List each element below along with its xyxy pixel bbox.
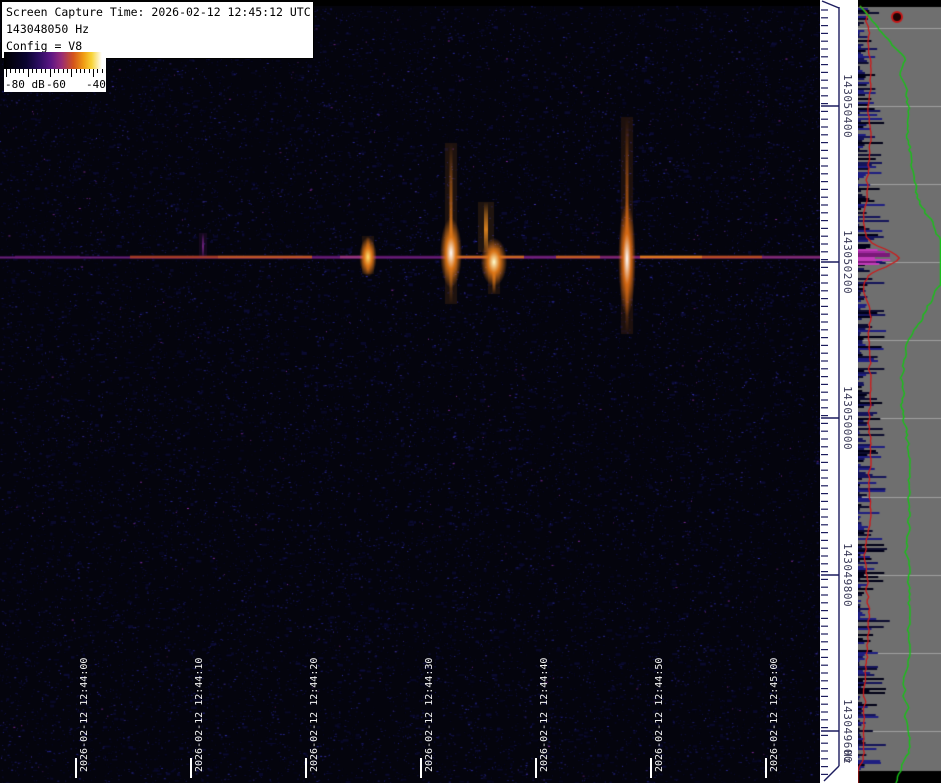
time-axis-tick [420, 758, 422, 778]
time-axis-tick [190, 758, 192, 778]
time-axis-tick [75, 758, 77, 778]
time-axis-label: 2026-02-12 12:44:20 [309, 654, 320, 772]
legend-tick [36, 69, 37, 73]
time-axis-label: 2026-02-12 12:44:50 [654, 654, 665, 772]
legend-label-minus40: -40 [86, 78, 106, 91]
legend-tick [106, 69, 107, 73]
legend-label-minus60: -60 [46, 78, 66, 91]
color-scale-gradient [4, 52, 106, 69]
legend-tick [71, 69, 72, 77]
legend-tick [89, 69, 90, 73]
time-axis-label: 2026-02-12 12:44:30 [424, 654, 435, 772]
frequency-axis-label: 143050400 [841, 74, 854, 138]
legend-tick [63, 69, 64, 73]
time-axis-label: 2026-02-12 12:45:00 [769, 654, 780, 772]
legend-tick [84, 69, 85, 73]
legend-tick [19, 69, 20, 73]
spectrogram-waterfall-canvas [0, 0, 820, 783]
legend-tick [45, 69, 46, 73]
legend-tick [93, 69, 94, 77]
legend-tick [102, 69, 103, 73]
axis-tick [824, 766, 839, 781]
legend-tick [15, 69, 16, 73]
capture-info-box: Screen Capture Time: 2026-02-12 12:45:12… [1, 1, 314, 59]
legend-tick [80, 69, 81, 73]
spectrum-capture-screen: Screen Capture Time: 2026-02-12 12:45:12… [0, 0, 941, 783]
legend-tick [97, 69, 98, 73]
legend-tick [50, 69, 51, 77]
time-axis-tick [305, 758, 307, 778]
color-scale-ticks [4, 69, 106, 78]
legend-tick [28, 69, 29, 77]
legend-label-minus80db: -80 dB [5, 78, 45, 91]
time-axis-label: 2026-02-12 12:44:40 [539, 654, 550, 772]
time-axis-tick [765, 758, 767, 778]
legend-tick [6, 69, 7, 77]
frequency-axis-label: 143049800 [841, 543, 854, 607]
legend-tick [76, 69, 77, 73]
spectrum-panel-canvas [858, 0, 941, 783]
legend-tick [10, 69, 11, 73]
legend-tick [58, 69, 59, 73]
legend-tick [32, 69, 33, 73]
legend-tick [23, 69, 24, 73]
time-axis-tick [535, 758, 537, 778]
frequency-axis-unit: Hz [841, 750, 854, 764]
frequency-axis-label: 143050200 [841, 230, 854, 294]
legend-tick [41, 69, 42, 73]
time-axis-tick [650, 758, 652, 778]
time-axis-label: 2026-02-12 12:44:10 [194, 654, 205, 772]
legend-tick [67, 69, 68, 73]
capture-time-text: Screen Capture Time: 2026-02-12 12:45:12… [6, 4, 309, 21]
legend-tick [54, 69, 55, 73]
axis-tick [822, 1, 839, 8]
frequency-axis-label: 143050000 [841, 386, 854, 450]
time-axis-label: 2026-02-12 12:44:00 [79, 654, 90, 772]
color-scale-labels: -80 dB -60 -40 [4, 78, 106, 92]
color-scale-legend: -80 dB -60 -40 [4, 52, 106, 92]
receiver-frequency-text: 143048050 Hz [6, 21, 309, 38]
